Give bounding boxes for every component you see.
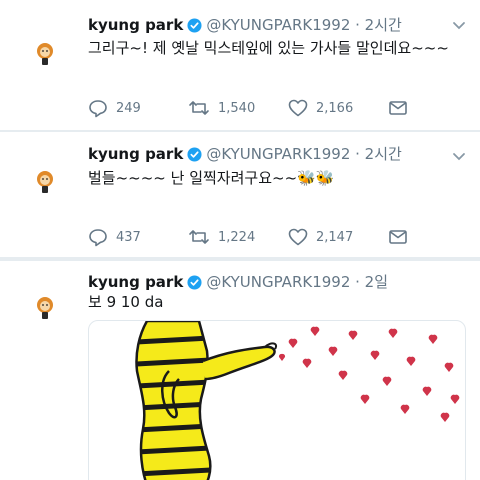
author-name[interactable]: kyung park xyxy=(88,272,183,292)
verified-badge-icon xyxy=(187,274,202,290)
avatar-icon[interactable] xyxy=(34,296,56,320)
tweet-card[interactable]: kyung park @KYUNGPARK1992 · 2시간 벌들~~~~ 난… xyxy=(0,132,480,257)
retweet-count: 1,224 xyxy=(218,229,256,245)
tweet-header: kyung park @KYUNGPARK1992 · 2시간 xyxy=(88,15,402,35)
tweet-card[interactable]: kyung park @KYUNGPARK1992 · 2시간 그리구~! 제 … xyxy=(0,0,480,130)
like-button[interactable]: 2,166 xyxy=(288,97,353,119)
reply-icon xyxy=(89,229,107,247)
tweet-media-image[interactable] xyxy=(88,320,466,480)
tweet-text: 벌들~~~~ 난 일찍자려구요~~🐝🐝 xyxy=(88,169,335,187)
author-name[interactable]: kyung park xyxy=(88,15,183,35)
tweet-header: kyung park @KYUNGPARK1992 · 2시간 xyxy=(88,144,402,164)
cartoon-illustration xyxy=(135,321,460,480)
avatar-icon[interactable] xyxy=(34,42,56,66)
retweet-count: 1,540 xyxy=(218,100,256,116)
reply-button[interactable]: 437 xyxy=(88,226,141,248)
tweet-card[interactable]: kyung park @KYUNGPARK1992 · 2일 보 9 10 da xyxy=(0,262,480,480)
chevron-down-icon[interactable] xyxy=(452,21,466,31)
author-handle-time[interactable]: @KYUNGPARK1992 · 2일 xyxy=(206,272,388,292)
heart-icon xyxy=(288,228,308,246)
direct-message-button[interactable] xyxy=(388,226,408,248)
author-name[interactable]: kyung park xyxy=(88,144,183,164)
avatar-icon[interactable] xyxy=(34,170,56,194)
envelope-icon xyxy=(389,230,407,244)
verified-badge-icon xyxy=(187,146,202,162)
envelope-icon xyxy=(389,101,407,115)
reply-icon xyxy=(89,100,107,118)
direct-message-button[interactable] xyxy=(388,97,408,119)
verified-badge-icon xyxy=(187,17,202,33)
tweet-text: 보 9 10 da xyxy=(88,293,164,311)
retweet-icon xyxy=(189,101,209,115)
reply-count: 249 xyxy=(116,100,141,116)
tweet-actions: 437 1,224 2,147 xyxy=(88,226,418,248)
like-count: 2,166 xyxy=(316,100,354,116)
reply-count: 437 xyxy=(116,229,141,245)
retweet-button[interactable]: 1,224 xyxy=(188,226,255,248)
tweet-text: 그리구~! 제 옛날 믹스테잎에 있는 가사들 말인데요~~~ xyxy=(88,39,449,57)
chevron-down-icon[interactable] xyxy=(452,152,466,162)
like-count: 2,147 xyxy=(316,229,354,245)
tweet-header: kyung park @KYUNGPARK1992 · 2일 xyxy=(88,272,388,292)
author-handle-time[interactable]: @KYUNGPARK1992 · 2시간 xyxy=(206,15,402,35)
author-handle-time[interactable]: @KYUNGPARK1992 · 2시간 xyxy=(206,144,402,164)
retweet-button[interactable]: 1,540 xyxy=(188,97,255,119)
like-button[interactable]: 2,147 xyxy=(288,226,353,248)
tweet-divider xyxy=(0,257,480,261)
retweet-icon xyxy=(189,230,209,244)
tweet-actions: 249 1,540 2,166 xyxy=(88,97,418,119)
reply-button[interactable]: 249 xyxy=(88,97,141,119)
heart-icon xyxy=(288,99,308,117)
